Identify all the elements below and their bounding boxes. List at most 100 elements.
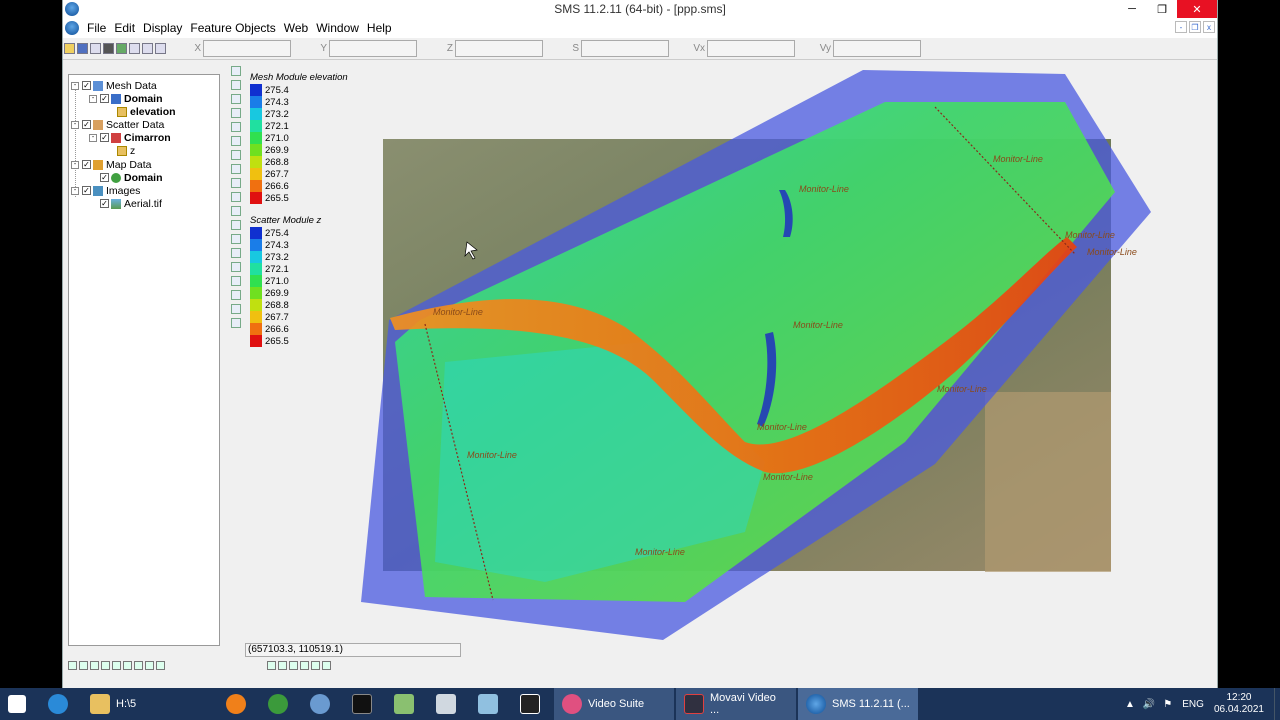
generic-module-icon[interactable] bbox=[145, 660, 154, 670]
select-icon[interactable] bbox=[231, 66, 241, 76]
tree-cimarron[interactable]: - ✓ Cimarron bbox=[89, 131, 171, 144]
cells-icon[interactable] bbox=[300, 660, 309, 670]
taskbar-chrome[interactable] bbox=[260, 688, 302, 720]
taskbar-sms[interactable]: SMS 11.2.11 (... bbox=[798, 688, 918, 720]
line-tool-icon[interactable] bbox=[231, 248, 241, 258]
zoom-tool-icon[interactable] bbox=[231, 80, 241, 90]
network-icon[interactable]: ⚑ bbox=[1163, 699, 1172, 710]
measure-icon[interactable] bbox=[231, 206, 241, 216]
scatter-tool-icon[interactable] bbox=[231, 234, 241, 244]
tray-arrow-icon[interactable]: ▲ bbox=[1125, 699, 1135, 710]
menu-edit[interactable]: Edit bbox=[110, 21, 139, 35]
map-tool-icon[interactable] bbox=[231, 318, 241, 328]
arc-icon[interactable] bbox=[231, 150, 241, 160]
tree-aerial[interactable]: ✓ Aerial.tif bbox=[89, 197, 162, 210]
tree-mesh-domain[interactable]: - ✓ Domain bbox=[89, 92, 163, 105]
start-button[interactable] bbox=[0, 688, 40, 720]
checkbox-icon[interactable]: ✓ bbox=[82, 186, 91, 195]
mdi-restore-button[interactable]: ❐ bbox=[1189, 21, 1201, 33]
rotate-icon[interactable] bbox=[231, 108, 241, 118]
light-icon[interactable] bbox=[267, 660, 276, 670]
refresh-icon[interactable] bbox=[116, 43, 127, 54]
volume-icon[interactable]: 🔊 bbox=[1143, 699, 1155, 710]
menu-window[interactable]: Window bbox=[312, 21, 363, 35]
polygon-icon[interactable] bbox=[231, 178, 241, 188]
display-options-icon[interactable] bbox=[231, 304, 241, 314]
taskbar-cmd[interactable] bbox=[344, 688, 386, 720]
tree-map-domain[interactable]: ✓ Domain bbox=[89, 171, 163, 184]
grid-module-icon[interactable] bbox=[79, 660, 88, 670]
particle-module-icon[interactable] bbox=[123, 660, 132, 670]
clock[interactable]: 12:20 06.04.2021 bbox=[1214, 692, 1264, 716]
gis-module-icon[interactable] bbox=[112, 660, 121, 670]
vertex-icon[interactable] bbox=[231, 136, 241, 146]
view-icon[interactable] bbox=[322, 660, 331, 670]
tree-images[interactable]: - ✓ Images bbox=[71, 184, 140, 197]
open-icon[interactable] bbox=[64, 43, 75, 54]
collapse-icon[interactable]: - bbox=[71, 81, 79, 90]
tree-scatter-z[interactable]: z bbox=[117, 144, 135, 157]
taskbar-paint[interactable] bbox=[386, 688, 428, 720]
checkbox-icon[interactable]: ✓ bbox=[100, 199, 109, 208]
show-desktop-button[interactable] bbox=[1274, 688, 1280, 720]
collapse-icon[interactable]: - bbox=[89, 133, 97, 142]
taskbar-app[interactable] bbox=[302, 688, 344, 720]
image-tool-icon[interactable] bbox=[231, 220, 241, 230]
map-canvas[interactable]: Monitor-Line Monitor-Line Monitor-Line M… bbox=[245, 62, 1217, 642]
checkbox-icon[interactable]: ✓ bbox=[82, 160, 91, 169]
checkbox-icon[interactable]: ✓ bbox=[100, 133, 109, 142]
z-field[interactable] bbox=[455, 40, 543, 57]
taskbar-movavi[interactable]: Movavi Video ... bbox=[676, 688, 796, 720]
checkbox-icon[interactable]: ✓ bbox=[100, 94, 109, 103]
menu-web[interactable]: Web bbox=[280, 21, 312, 35]
node-icon[interactable] bbox=[231, 122, 241, 132]
vectors-icon[interactable] bbox=[311, 660, 320, 670]
zoom-icon[interactable] bbox=[129, 43, 140, 54]
close-button[interactable]: ✕ bbox=[1177, 0, 1217, 18]
maximize-button[interactable]: ❐ bbox=[1147, 0, 1177, 18]
collapse-icon[interactable]: - bbox=[71, 160, 79, 169]
pan-icon[interactable] bbox=[231, 94, 241, 104]
collapse-icon[interactable]: - bbox=[71, 186, 79, 195]
scatter-module-icon[interactable] bbox=[90, 660, 99, 670]
menu-feature-objects[interactable]: Feature Objects bbox=[186, 21, 279, 35]
graphics-window[interactable]: Monitor-Line Monitor-Line Monitor-Line M… bbox=[245, 62, 1217, 642]
checkbox-icon[interactable]: ✓ bbox=[100, 173, 109, 182]
collapse-icon[interactable]: - bbox=[71, 120, 79, 129]
vx-field[interactable] bbox=[707, 40, 795, 57]
y-field[interactable] bbox=[329, 40, 417, 57]
display-icon[interactable] bbox=[278, 660, 287, 670]
contours-icon[interactable] bbox=[289, 660, 298, 670]
ellipse-icon[interactable] bbox=[231, 276, 241, 286]
rectangle-icon[interactable] bbox=[231, 262, 241, 272]
menu-file[interactable]: File bbox=[83, 21, 110, 35]
mdi-close-button[interactable]: x bbox=[1203, 21, 1215, 33]
taskbar-video-suite[interactable]: Video Suite bbox=[554, 688, 674, 720]
checkbox-icon[interactable]: ✓ bbox=[82, 81, 91, 90]
document-icon[interactable] bbox=[65, 21, 79, 35]
tree-mesh-data[interactable]: - ✓ Mesh Data bbox=[71, 79, 157, 92]
frame-icon[interactable] bbox=[142, 43, 153, 54]
tree-elevation[interactable]: elevation bbox=[117, 105, 176, 118]
create-arc-icon[interactable] bbox=[231, 164, 241, 174]
x-field[interactable] bbox=[203, 40, 291, 57]
save-icon[interactable] bbox=[77, 43, 88, 54]
delete-icon[interactable] bbox=[103, 43, 114, 54]
taskbar-firefox[interactable] bbox=[218, 688, 260, 720]
taskbar-intellij[interactable] bbox=[512, 688, 554, 720]
taskbar-calculator[interactable] bbox=[428, 688, 470, 720]
taskbar-ie[interactable] bbox=[40, 688, 82, 720]
mesh-module-icon[interactable] bbox=[68, 660, 77, 670]
image-module-icon[interactable] bbox=[156, 660, 165, 670]
vy-field[interactable] bbox=[833, 40, 921, 57]
print-icon[interactable] bbox=[90, 43, 101, 54]
map-module-icon[interactable] bbox=[101, 660, 110, 670]
s-field[interactable] bbox=[581, 40, 669, 57]
checkbox-icon[interactable]: ✓ bbox=[82, 120, 91, 129]
language-indicator[interactable]: ENG bbox=[1182, 699, 1204, 710]
tool-icon[interactable] bbox=[155, 43, 166, 54]
tree-scatter-data[interactable]: - ✓ Scatter Data bbox=[71, 118, 164, 131]
text-tool-icon[interactable] bbox=[231, 290, 241, 300]
taskbar-notes[interactable] bbox=[470, 688, 512, 720]
tree-map-data[interactable]: - ✓ Map Data bbox=[71, 158, 152, 171]
